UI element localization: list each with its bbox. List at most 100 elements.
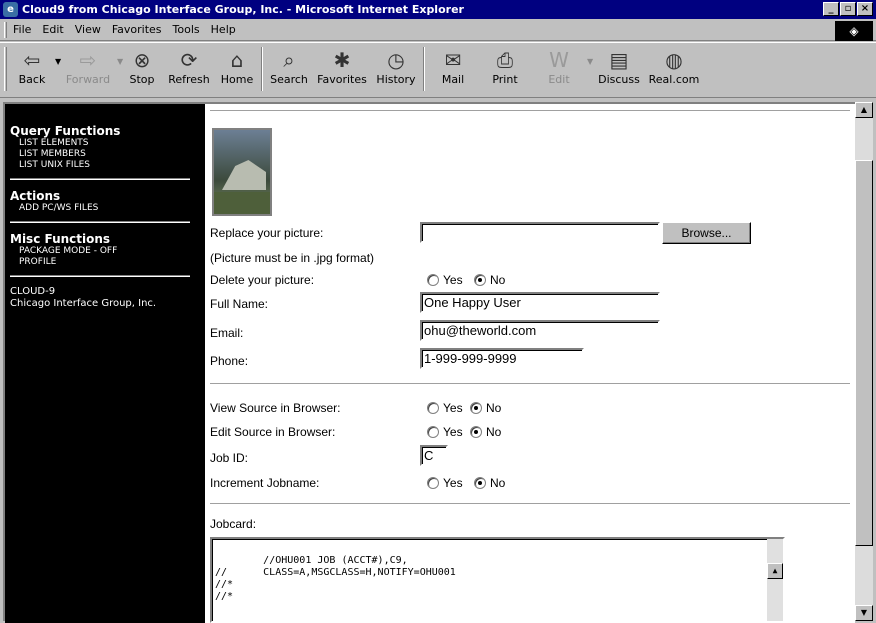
minimize-button[interactable]: _ bbox=[823, 2, 839, 16]
menu-favorites[interactable]: Favorites bbox=[112, 23, 162, 36]
home-button[interactable]: ⌂ Home bbox=[217, 47, 257, 95]
phone-field[interactable] bbox=[420, 348, 584, 369]
browse-button[interactable]: Browse... bbox=[662, 222, 751, 244]
edit-source-yes[interactable]: Yes bbox=[427, 425, 463, 439]
history-button[interactable]: ◷ History bbox=[373, 47, 419, 95]
stop-icon: ⊗ bbox=[133, 48, 151, 72]
jobcard-scrollbar[interactable]: ▲ bbox=[767, 539, 783, 621]
mail-button[interactable]: ✉ Mail bbox=[429, 47, 477, 95]
menu-view[interactable]: View bbox=[75, 23, 101, 36]
realcom-label: Real.com bbox=[648, 73, 700, 86]
increment-jobname-no[interactable]: No bbox=[474, 476, 505, 490]
sidebar-footer-company: Chicago Interface Group, Inc. bbox=[10, 298, 157, 309]
increment-jobname-yes[interactable]: Yes bbox=[427, 476, 463, 490]
forward-button[interactable]: ⇨ Forward ▼ bbox=[59, 47, 123, 95]
jobcard-textarea[interactable]: //OHU001 JOB (ACCT#),C9, // CLASS=A,MSGC… bbox=[210, 537, 785, 623]
sidebar-divider bbox=[10, 178, 190, 180]
radio-selected-icon bbox=[474, 477, 486, 489]
scroll-up-arrow-icon[interactable]: ▲ bbox=[767, 563, 783, 579]
sidebar-footer-app: CLOUD-9 bbox=[10, 286, 56, 297]
refresh-button[interactable]: ⟳ Refresh bbox=[165, 47, 213, 95]
edit-source-no[interactable]: No bbox=[470, 425, 501, 439]
menu-edit[interactable]: Edit bbox=[42, 23, 63, 36]
search-icon: ⌕ bbox=[283, 48, 295, 72]
job-id-field[interactable] bbox=[420, 445, 448, 466]
toolbar-separator bbox=[423, 47, 425, 91]
sidebar-divider bbox=[10, 221, 190, 223]
radio-label: Yes bbox=[443, 425, 463, 439]
favorites-icon: ✱ bbox=[333, 48, 351, 72]
picture-file-input[interactable] bbox=[420, 222, 660, 243]
sidebar-item-list-unix-files[interactable]: LIST UNIX FILES bbox=[10, 160, 205, 171]
radio-label: No bbox=[490, 273, 506, 287]
discuss-button[interactable]: ▤ Discuss bbox=[595, 47, 643, 95]
menu-file[interactable]: File bbox=[13, 23, 31, 36]
home-label: Home bbox=[220, 73, 254, 86]
favorites-button[interactable]: ✱ Favorites bbox=[313, 47, 371, 95]
page-scrollbar[interactable]: ▲ ▼ bbox=[855, 102, 873, 621]
title-bar: e Cloud9 from Chicago Interface Group, I… bbox=[0, 0, 876, 19]
sidebar-item-add-pc-files[interactable]: ADD PC/WS FILES bbox=[10, 203, 205, 214]
sidebar-item-list-members[interactable]: LIST MEMBERS bbox=[10, 149, 205, 160]
page-viewport: Query Functions LIST ELEMENTS LIST MEMBE… bbox=[3, 102, 855, 623]
scroll-thumb[interactable] bbox=[855, 160, 873, 546]
job-id-label: Job ID: bbox=[210, 451, 249, 465]
jobcard-text: //OHU001 JOB (ACCT#),C9, // CLASS=A,MSGC… bbox=[215, 555, 456, 602]
forward-label: Forward bbox=[65, 73, 111, 86]
print-icon: ⎙ bbox=[497, 48, 513, 72]
maximize-button[interactable]: ▫ bbox=[840, 2, 856, 16]
top-divider bbox=[210, 110, 850, 112]
stop-button[interactable]: ⊗ Stop bbox=[125, 47, 159, 95]
replace-picture-label: Replace your picture: bbox=[210, 226, 324, 240]
edit-button[interactable]: W Edit ▼ bbox=[537, 47, 593, 95]
delete-picture-yes[interactable]: Yes bbox=[427, 273, 463, 287]
edit-icon: W bbox=[549, 48, 569, 72]
radio-selected-icon bbox=[470, 426, 482, 438]
menu-help[interactable]: Help bbox=[211, 23, 236, 36]
search-label: Search bbox=[270, 73, 308, 86]
delete-picture-no[interactable]: No bbox=[474, 273, 505, 287]
picture-format-note: (Picture must be in .jpg format) bbox=[210, 251, 375, 265]
toolbar-separator bbox=[261, 47, 263, 91]
sidebar-item-list-elements[interactable]: LIST ELEMENTS bbox=[10, 138, 205, 149]
section-divider bbox=[210, 503, 850, 505]
scroll-down-arrow-icon[interactable]: ▼ bbox=[855, 605, 873, 621]
sidebar-item-package-mode[interactable]: PACKAGE MODE - OFF bbox=[10, 246, 205, 257]
toolbar: ⇦ Back ▼ ⇨ Forward ▼ ⊗ Stop ⟳ Refresh ⌂ Home ⌕ S… bbox=[0, 42, 876, 98]
sidebar: Query Functions LIST ELEMENTS LIST MEMBE… bbox=[5, 104, 205, 623]
email-field[interactable] bbox=[420, 320, 660, 341]
sidebar-divider bbox=[10, 275, 190, 277]
sidebar-heading-query: Query Functions bbox=[10, 124, 121, 138]
sidebar-item-profile[interactable]: PROFILE bbox=[10, 257, 205, 268]
realcom-icon: ◍ bbox=[665, 48, 683, 72]
back-button[interactable]: ⇦ Back ▼ bbox=[11, 47, 62, 95]
radio-selected-icon bbox=[474, 274, 486, 286]
full-name-field[interactable] bbox=[420, 292, 660, 313]
jobcard-label: Jobcard: bbox=[210, 517, 257, 531]
view-source-yes[interactable]: Yes bbox=[427, 401, 463, 415]
menu-tools[interactable]: Tools bbox=[173, 23, 200, 36]
ie-logo-icon: e bbox=[3, 2, 18, 17]
close-button[interactable]: × bbox=[857, 2, 873, 16]
menubar-grip bbox=[4, 21, 7, 38]
print-button[interactable]: ⎙ Print bbox=[481, 47, 529, 95]
realcom-button[interactable]: ◍ Real.com bbox=[647, 47, 701, 95]
discuss-icon: ▤ bbox=[609, 48, 629, 72]
favorites-label: Favorites bbox=[317, 73, 367, 86]
full-name-label: Full Name: bbox=[210, 297, 269, 311]
view-source-label: View Source in Browser: bbox=[210, 401, 341, 415]
history-label: History bbox=[376, 73, 416, 86]
email-label: Email: bbox=[210, 326, 244, 340]
ie-throbber-icon: ◈ bbox=[835, 21, 873, 41]
mail-label: Mail bbox=[441, 73, 465, 86]
search-button[interactable]: ⌕ Search bbox=[267, 47, 311, 95]
radio-label: Yes bbox=[443, 401, 463, 415]
print-label: Print bbox=[492, 73, 518, 86]
increment-jobname-label: Increment Jobname: bbox=[210, 476, 320, 490]
edit-label: Edit bbox=[548, 73, 570, 86]
sidebar-heading-actions: Actions bbox=[10, 189, 61, 203]
radio-icon bbox=[427, 426, 439, 438]
view-source-no[interactable]: No bbox=[470, 401, 501, 415]
scroll-up-arrow-icon[interactable]: ▲ bbox=[855, 102, 873, 118]
refresh-label: Refresh bbox=[168, 73, 210, 86]
